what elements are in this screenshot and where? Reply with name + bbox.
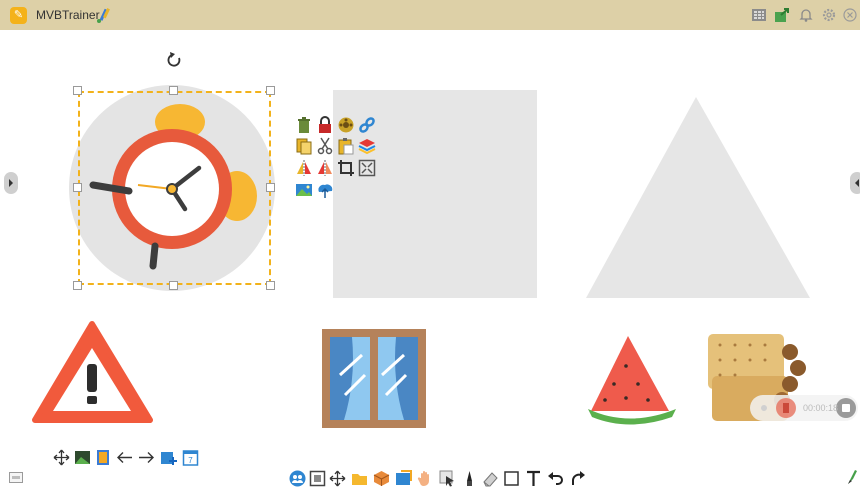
layers-icon[interactable] [358,137,376,155]
cube-icon[interactable] [395,470,412,487]
selection-box[interactable] [78,91,271,285]
resize-handle[interactable] [266,281,275,290]
object-context-menu [295,114,379,202]
paste-icon[interactable] [337,137,355,155]
lock-icon[interactable] [316,116,334,134]
resize-handle[interactable] [169,281,178,290]
people-icon[interactable] [289,470,306,487]
copy-icon[interactable] [295,137,313,155]
film-icon[interactable] [337,116,355,134]
resize-handle[interactable] [73,281,82,290]
box-icon[interactable] [373,470,390,487]
recorder-time: 00:00:18 [803,403,839,413]
book-icon[interactable] [95,449,112,466]
text-icon[interactable] [525,470,542,487]
upload-icon[interactable] [316,181,334,199]
resize-handle[interactable] [73,183,82,192]
frame-icon[interactable] [309,470,326,487]
redo-icon[interactable] [569,470,586,487]
arrow-right-icon[interactable] [138,449,155,466]
rectangle-icon[interactable] [503,470,520,487]
warning-sign-image[interactable] [32,321,153,423]
cut-icon[interactable] [316,137,334,155]
image-icon[interactable] [74,449,91,466]
resize-handle[interactable] [73,86,82,95]
image-icon[interactable] [295,181,313,199]
calendar-icon[interactable]: 7 [182,449,199,466]
svg-text:7: 7 [188,456,193,465]
pen-icon[interactable] [461,470,478,487]
resize-handle[interactable] [266,183,275,192]
crop-icon[interactable] [337,159,355,177]
flip-vertical-icon[interactable] [316,159,334,177]
link-icon[interactable] [358,116,376,134]
eraser-icon[interactable] [481,470,498,487]
move-icon[interactable] [53,449,70,466]
undo-icon[interactable] [547,470,564,487]
rotate-icon[interactable] [167,52,181,67]
fit-icon[interactable] [358,159,376,177]
resize-handle[interactable] [169,86,178,95]
pen-tool-icon[interactable] [845,468,859,485]
page-thumbnail-icon[interactable] [9,472,23,483]
trash-icon[interactable] [295,116,313,134]
resize-handle[interactable] [266,86,275,95]
add-page-icon[interactable] [160,449,177,466]
watermelon-image[interactable] [588,336,676,425]
hand-icon[interactable] [417,470,434,487]
window-image[interactable] [322,329,426,428]
move-icon[interactable] [329,470,346,487]
arrow-left-icon[interactable] [116,449,133,466]
folder-icon[interactable] [351,470,368,487]
select-icon[interactable] [439,470,456,487]
flip-horizontal-icon[interactable] [295,159,313,177]
whiteboard-canvas[interactable]: ✎ MVBTrainer 00:00:18 7 [0,0,860,489]
triangle-shape[interactable] [586,97,810,298]
